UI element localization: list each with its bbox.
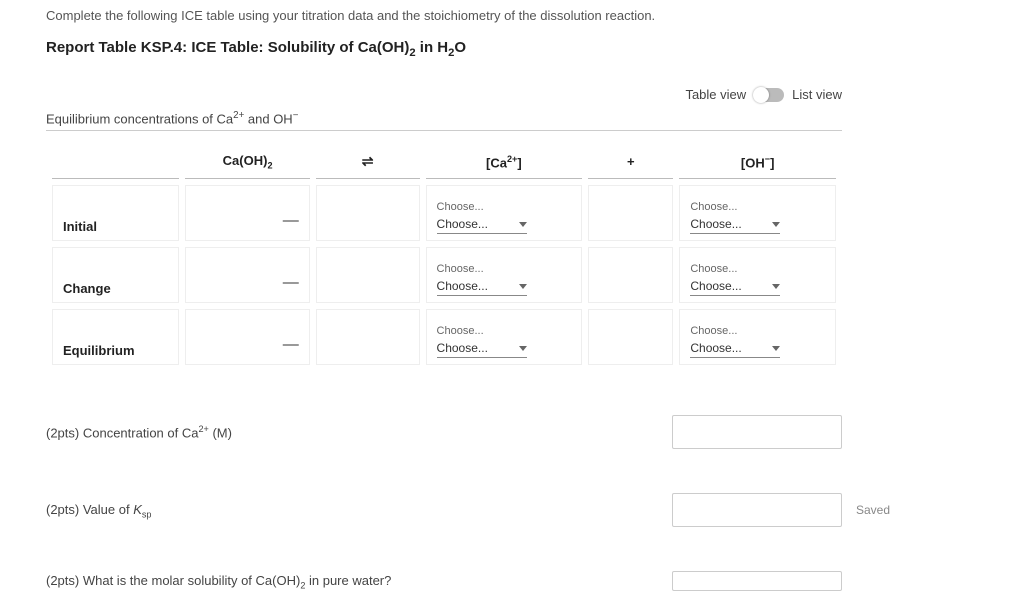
q3-post: in pure water? [305,573,391,588]
header-caoh2: Ca(OH)2 [185,145,309,179]
header-caoh2-pre: Ca(OH) [223,153,268,168]
change-oh-cell: Choose... Choose... [679,247,836,303]
initial-oh-select[interactable]: Choose... [690,215,780,234]
q2-pts: (2pts) [46,502,79,517]
list-view-label: List view [792,87,842,102]
view-toggle[interactable] [754,88,784,102]
initial-oh-select-value: Choose... [690,217,741,231]
q3-pts: (2pts) [46,573,79,588]
equilibrium-arrow-icon: ⇌ [362,153,374,170]
change-ca-select[interactable]: Choose... [437,277,527,296]
initial-ca-select-value: Choose... [437,217,488,231]
equilibrium-ca-select-value: Choose... [437,341,488,355]
change-oh-select-value: Choose... [690,279,741,293]
view-toggle-row: Table view List view [46,87,842,102]
header-empty [52,145,179,179]
chevron-down-icon [519,284,527,289]
change-plus-empty [588,247,673,303]
initial-eq-empty [316,185,420,241]
question-3-text: (2pts) What is the molar solubility of C… [46,573,391,591]
initial-ca-select[interactable]: Choose... [437,215,527,234]
chevron-down-icon [772,222,780,227]
header-ca2plus: [Ca2+] [426,145,583,179]
question-2-text: (2pts) Value of Ksp [46,502,151,520]
subheading: Equilibrium concentrations of Ca2+ and O… [46,110,1024,126]
report-title-mid: in H [416,39,449,56]
q1-pts: (2pts) [46,425,79,440]
change-caoh2-dash: — [185,247,309,303]
divider [46,130,842,131]
initial-oh-cell: Choose... Choose... [679,185,836,241]
q3-answer-input[interactable] [672,571,842,591]
equilibrium-plus-empty [588,309,673,365]
header-oh-post: ] [770,155,774,170]
saved-label: Saved [856,503,890,517]
question-3-row: (2pts) What is the molar solubility of C… [46,571,842,591]
initial-ca-cell: Choose... Choose... [426,185,583,241]
report-title: Report Table KSP.4: ICE Table: Solubilit… [46,39,1024,59]
equilibrium-oh-choose-label: Choose... [690,325,825,337]
equilibrium-oh-select[interactable]: Choose... [690,339,780,358]
subheading-mid: and OH [244,111,292,126]
subheading-sup2: − [293,110,299,121]
change-oh-select[interactable]: Choose... [690,277,780,296]
header-oh-pre: [OH [741,155,765,170]
q1-pre: Concentration of Ca [79,425,198,440]
q2-sub: sp [142,509,152,519]
header-ca-post: ] [517,155,521,170]
initial-plus-empty [588,185,673,241]
equilibrium-caoh2-dash: — [185,309,309,365]
q2-italic: K [133,502,142,517]
q1-answer-input[interactable] [672,415,842,449]
equilibrium-ca-select[interactable]: Choose... [437,339,527,358]
q2-answer-input[interactable] [672,493,842,527]
change-ca-choose-label: Choose... [437,263,572,275]
equilibrium-ca-choose-label: Choose... [437,325,572,337]
q3-pre: What is the molar solubility of Ca(OH) [79,573,300,588]
subheading-pre: Equilibrium concentrations of Ca [46,111,233,126]
header-caoh2-sub: 2 [267,161,272,171]
row-label-change: Change [52,247,179,303]
report-title-pre: Report Table KSP.4: ICE Table: Solubilit… [46,39,409,56]
chevron-down-icon [519,346,527,351]
equilibrium-oh-select-value: Choose... [690,341,741,355]
header-equilibrium-arrow: ⇌ [316,145,420,179]
header-plus: + [588,145,673,179]
chevron-down-icon [519,222,527,227]
header-ohminus: [OH−] [679,145,836,179]
chevron-down-icon [772,284,780,289]
header-ca-sup: 2+ [507,154,517,164]
equilibrium-ca-cell: Choose... Choose... [426,309,583,365]
header-ca-pre: [Ca [486,155,507,170]
equilibrium-eq-empty [316,309,420,365]
question-1-row: (2pts) Concentration of Ca2+ (M) [46,415,842,449]
header-row: Ca(OH)2 ⇌ [Ca2+] + [OH−] [52,145,836,179]
row-label-equilibrium: Equilibrium [52,309,179,365]
change-ca-select-value: Choose... [437,279,488,293]
ice-table: Ca(OH)2 ⇌ [Ca2+] + [OH−] Initial — Choos… [46,139,842,371]
change-ca-cell: Choose... Choose... [426,247,583,303]
report-title-post: O [454,39,466,56]
subheading-sup1: 2+ [233,110,244,121]
initial-ca-choose-label: Choose... [437,201,572,213]
q1-post: (M) [209,425,232,440]
initial-caoh2-dash: — [185,185,309,241]
q1-sup: 2+ [198,424,208,434]
row-equilibrium: Equilibrium — Choose... Choose... Choose… [52,309,836,365]
chevron-down-icon [772,346,780,351]
q2-pre: Value of [79,502,133,517]
question-1-text: (2pts) Concentration of Ca2+ (M) [46,424,232,440]
change-eq-empty [316,247,420,303]
row-change: Change — Choose... Choose... Choose... C… [52,247,836,303]
instruction-text: Complete the following ICE table using y… [46,8,1024,23]
row-label-initial: Initial [52,185,179,241]
change-oh-choose-label: Choose... [690,263,825,275]
initial-oh-choose-label: Choose... [690,201,825,213]
table-view-label: Table view [685,87,746,102]
equilibrium-oh-cell: Choose... Choose... [679,309,836,365]
row-initial: Initial — Choose... Choose... Choose... … [52,185,836,241]
question-2-row: (2pts) Value of Ksp Saved [46,493,842,527]
